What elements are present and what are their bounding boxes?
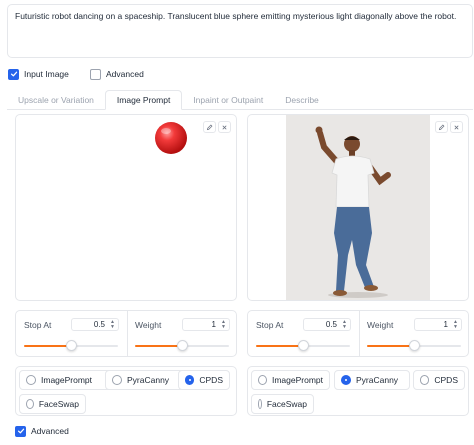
tab-upscale-or-variation[interactable]: Upscale or Variation bbox=[7, 90, 105, 109]
spinner-icon[interactable]: ▲ ▼ bbox=[453, 320, 458, 330]
prompt-textarea[interactable]: Futuristic robot dancing on a spaceship.… bbox=[7, 4, 473, 58]
advanced-bottom-label: Advanced bbox=[31, 426, 69, 436]
slider-thumb[interactable] bbox=[409, 340, 420, 351]
image-toolbar bbox=[435, 121, 463, 133]
radio-imageprompt[interactable]: ImagePrompt bbox=[251, 370, 330, 390]
radio-cpds[interactable]: CPDS bbox=[178, 370, 230, 390]
radio-imageprompt[interactable]: ImagePrompt bbox=[19, 370, 116, 390]
stop-at-label: Stop At bbox=[256, 320, 284, 330]
radio-dot[interactable] bbox=[26, 375, 36, 385]
edit-icon[interactable] bbox=[203, 121, 216, 133]
checkbox-checked-icon[interactable] bbox=[15, 425, 26, 437]
stop-at-value: 0.5 bbox=[325, 320, 337, 329]
weight-input[interactable]: 1 ▲ ▼ bbox=[414, 318, 462, 331]
spinner-icon[interactable]: ▲ ▼ bbox=[342, 320, 347, 330]
dancing-man-photo bbox=[286, 115, 430, 300]
slot-1-type-radios: ImagePrompt PyraCanny CPDS FaceSwap bbox=[15, 366, 237, 416]
advanced-label: Advanced bbox=[106, 69, 144, 79]
radio-dot[interactable] bbox=[112, 375, 122, 385]
stop-at-label: Stop At bbox=[24, 320, 52, 330]
edit-icon[interactable] bbox=[435, 121, 448, 133]
image-toolbar bbox=[203, 121, 231, 133]
spinner-icon[interactable]: ▲ ▼ bbox=[221, 320, 226, 330]
weight-value: 1 bbox=[443, 320, 448, 329]
slot-2-type-radios: ImagePrompt PyraCanny CPDS FaceSwap bbox=[247, 366, 469, 416]
stop-at-input[interactable]: 0.5 ▲ ▼ bbox=[303, 318, 351, 331]
advanced-bottom-checkbox[interactable]: Advanced bbox=[15, 424, 69, 438]
tab-image-prompt[interactable]: Image Prompt bbox=[104, 90, 183, 110]
close-icon[interactable] bbox=[218, 121, 231, 133]
advanced-checkbox[interactable]: Advanced bbox=[90, 67, 144, 81]
input-image-checkbox[interactable]: Input Image bbox=[8, 67, 69, 81]
radio-faceswap[interactable]: FaceSwap bbox=[251, 394, 314, 414]
stop-at-value: 0.5 bbox=[93, 320, 105, 329]
weight-label: Weight bbox=[367, 320, 394, 330]
radio-pyracanny[interactable]: PyraCanny bbox=[105, 370, 184, 390]
slider-thumb[interactable] bbox=[177, 340, 188, 351]
weight-label: Weight bbox=[135, 320, 162, 330]
slot-1-controls: Stop At 0.5 ▲ ▼ Weight 1 ▲ ▼ bbox=[15, 310, 237, 357]
radio-dot[interactable] bbox=[185, 375, 195, 385]
weight-input[interactable]: 1 ▲ ▼ bbox=[182, 318, 230, 331]
radio-dot[interactable] bbox=[26, 399, 34, 409]
radio-dot[interactable] bbox=[341, 375, 351, 385]
tab-inpaint-or-outpaint[interactable]: Inpaint or Outpaint bbox=[182, 90, 274, 109]
checkbox-unchecked-icon[interactable] bbox=[90, 68, 101, 80]
radio-cpds[interactable]: CPDS bbox=[413, 370, 465, 390]
image-prompt-slot-2[interactable] bbox=[247, 114, 469, 301]
tab-describe[interactable]: Describe bbox=[274, 90, 330, 109]
radio-dot[interactable] bbox=[258, 375, 267, 385]
stop-at-slider[interactable] bbox=[24, 340, 118, 352]
slot-2-controls: Stop At 0.5 ▲ ▼ Weight 1 ▲ ▼ bbox=[247, 310, 469, 357]
weight-slider[interactable] bbox=[135, 340, 229, 352]
slider-thumb[interactable] bbox=[66, 340, 77, 351]
weight-value: 1 bbox=[211, 320, 216, 329]
input-image-tabs: Upscale or Variation Image Prompt Inpain… bbox=[7, 90, 473, 110]
radio-faceswap[interactable]: FaceSwap bbox=[19, 394, 86, 414]
stop-at-input[interactable]: 0.5 ▲ ▼ bbox=[71, 318, 119, 331]
radio-dot[interactable] bbox=[258, 399, 262, 409]
stop-at-slider[interactable] bbox=[256, 340, 350, 352]
slider-thumb[interactable] bbox=[298, 340, 309, 351]
spinner-icon[interactable]: ▲ ▼ bbox=[110, 320, 115, 330]
checkbox-checked-icon[interactable] bbox=[8, 68, 19, 80]
close-icon[interactable] bbox=[450, 121, 463, 133]
image-prompt-slot-1[interactable] bbox=[15, 114, 237, 301]
input-image-label: Input Image bbox=[24, 69, 69, 79]
weight-slider[interactable] bbox=[367, 340, 461, 352]
radio-dot[interactable] bbox=[420, 375, 430, 385]
red-sphere-image bbox=[155, 122, 187, 154]
radio-pyracanny[interactable]: PyraCanny bbox=[334, 370, 410, 390]
